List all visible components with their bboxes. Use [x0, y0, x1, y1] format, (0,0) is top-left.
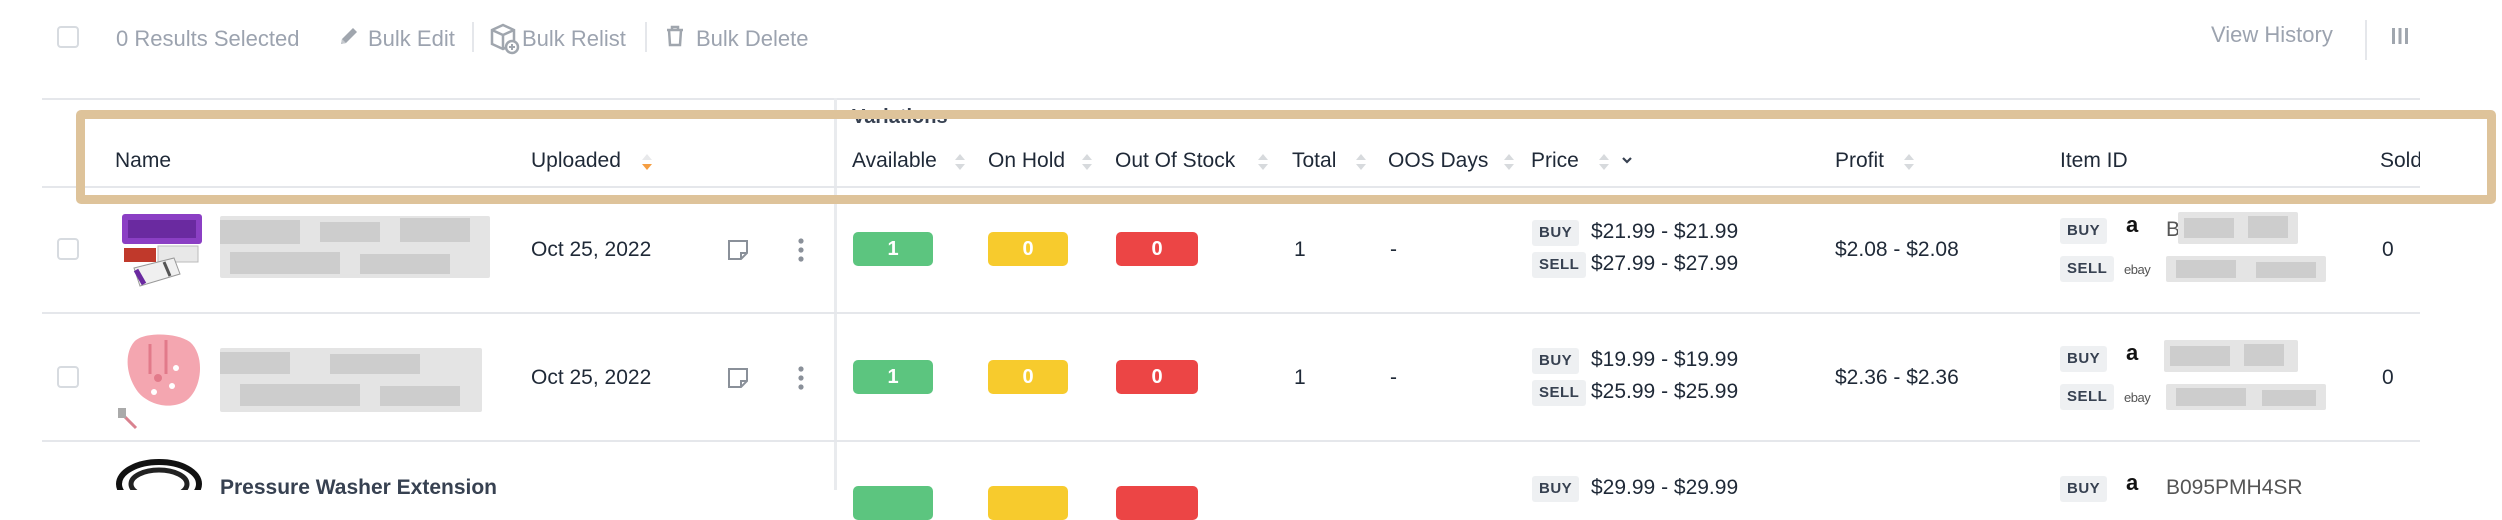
view-history-link[interactable]: View History — [2211, 22, 2333, 48]
on-hold-count-badge: 0 — [988, 360, 1068, 394]
toolbar-divider — [2365, 20, 2367, 60]
bulk-edit-button[interactable]: Bulk Edit — [368, 26, 455, 52]
buy-price-range: $29.99 - $29.99 — [1591, 476, 1739, 499]
sell-tag: SELL — [1532, 380, 1587, 406]
sort-icon[interactable] — [1080, 151, 1094, 178]
buy-item-id-redacted[interactable] — [2164, 340, 2298, 372]
sold-count: 0 — [2382, 366, 2394, 389]
available-count-badge: 1 — [853, 232, 933, 266]
row-checkbox[interactable] — [57, 366, 79, 388]
on-hold-count-badge: 0 — [988, 232, 1068, 266]
sort-icon[interactable] — [1256, 151, 1270, 178]
out-of-stock-count-badge: 0 — [1116, 360, 1198, 394]
buy-item-id-redacted[interactable] — [2178, 212, 2298, 244]
buy-tag: BUY — [1532, 220, 1580, 246]
row-divider — [42, 440, 2420, 442]
sort-icon[interactable] — [1502, 151, 1516, 178]
available-count-badge — [853, 486, 933, 520]
sell-tag: SELL — [2060, 256, 2115, 282]
sort-icon[interactable] — [1354, 151, 1368, 178]
column-header-on-hold[interactable]: On Hold — [988, 149, 1065, 173]
ebay-logo: ebay — [2124, 390, 2151, 405]
buy-tag: BUY — [1532, 348, 1580, 374]
buy-price-range: $19.99 - $19.99 — [1591, 348, 1739, 371]
product-thumbnail[interactable] — [114, 458, 204, 490]
sold-count: 0 — [2382, 238, 2394, 261]
row-divider — [42, 312, 2420, 314]
column-header-name[interactable]: Name — [115, 149, 171, 173]
buy-tag: BUY — [2060, 476, 2108, 502]
results-selected-label: 0 Results Selected — [116, 26, 300, 51]
out-of-stock-count-badge: 0 — [1116, 232, 1198, 266]
sort-icon[interactable] — [1597, 151, 1611, 178]
column-header-item-id[interactable]: Item ID — [2060, 149, 2128, 173]
column-header-price[interactable]: Price — [1531, 149, 1579, 173]
table-top-border — [42, 98, 2420, 100]
amazon-logo: a — [2126, 340, 2139, 365]
out-of-stock-count-badge — [1116, 486, 1198, 520]
box-relist-icon — [486, 20, 522, 61]
sort-icon[interactable] — [1902, 151, 1916, 178]
frozen-column-divider — [834, 98, 837, 490]
column-header-available[interactable]: Available — [852, 149, 937, 173]
toolbar-divider — [472, 22, 474, 52]
header-highlight-frame — [76, 110, 2496, 204]
uploaded-date: Oct 25, 2022 — [531, 238, 652, 261]
profit-range: $2.36 - $2.36 — [1835, 366, 1959, 389]
product-thumbnail[interactable] — [114, 330, 210, 430]
product-name-redacted — [220, 216, 490, 278]
ebay-logo: ebay — [2124, 262, 2151, 277]
sell-item-id-redacted[interactable] — [2166, 384, 2326, 410]
column-header-profit[interactable]: Profit — [1835, 149, 1884, 173]
on-hold-count-badge — [988, 486, 1068, 520]
more-vertical-icon[interactable] — [796, 236, 806, 269]
sell-price-range: $27.99 - $27.99 — [1591, 252, 1739, 275]
column-header-total[interactable]: Total — [1292, 149, 1336, 173]
amazon-logo: a — [2126, 212, 2139, 237]
profit-range: $2.08 - $2.08 — [1835, 238, 1959, 261]
note-icon[interactable] — [726, 366, 750, 395]
column-header-out-of-stock[interactable]: Out Of Stock — [1115, 149, 1235, 173]
note-icon[interactable] — [726, 238, 750, 267]
total-count: 1 — [1294, 238, 1306, 261]
oos-days: - — [1390, 366, 1397, 389]
group-header-variations: Variations — [852, 106, 948, 128]
product-thumbnail[interactable] — [114, 210, 210, 290]
trash-icon — [664, 24, 686, 53]
more-vertical-icon[interactable] — [796, 364, 806, 397]
total-count: 1 — [1294, 366, 1306, 389]
available-count-badge: 1 — [853, 360, 933, 394]
bulk-relist-button[interactable]: Bulk Relist — [522, 26, 626, 52]
buy-tag: BUY — [2060, 218, 2108, 244]
oos-days: - — [1390, 238, 1397, 261]
bulk-delete-button[interactable]: Bulk Delete — [696, 26, 809, 52]
column-header-sold[interactable]: Sold — [2380, 149, 2420, 173]
buy-item-id[interactable]: B095PMH4SR — [2166, 476, 2303, 500]
sell-item-id-redacted[interactable] — [2166, 256, 2326, 282]
sell-tag: SELL — [2060, 384, 2115, 410]
sort-icon[interactable] — [640, 151, 654, 178]
toolbar-divider — [645, 22, 647, 52]
buy-price-range: $21.99 - $21.99 — [1591, 220, 1739, 243]
select-all-checkbox[interactable] — [57, 26, 79, 48]
uploaded-date: Oct 25, 2022 — [531, 366, 652, 389]
buy-tag: BUY — [1532, 476, 1580, 502]
pencil-icon — [337, 24, 361, 53]
product-name[interactable]: Pressure Washer Extension — [220, 476, 497, 500]
buy-tag: BUY — [2060, 346, 2108, 372]
column-header-uploaded[interactable]: Uploaded — [531, 149, 621, 173]
chevron-down-icon[interactable] — [1620, 153, 1634, 172]
product-name-redacted — [220, 348, 482, 412]
column-header-oos-days[interactable]: OOS Days — [1388, 149, 1488, 173]
row-checkbox[interactable] — [57, 238, 79, 260]
header-bottom-border — [42, 186, 2420, 188]
sell-tag: SELL — [1532, 252, 1587, 278]
sell-price-range: $25.99 - $25.99 — [1591, 380, 1739, 403]
columns-icon[interactable] — [2390, 26, 2410, 51]
sort-icon[interactable] — [953, 151, 967, 178]
amazon-logo: a — [2126, 470, 2139, 495]
